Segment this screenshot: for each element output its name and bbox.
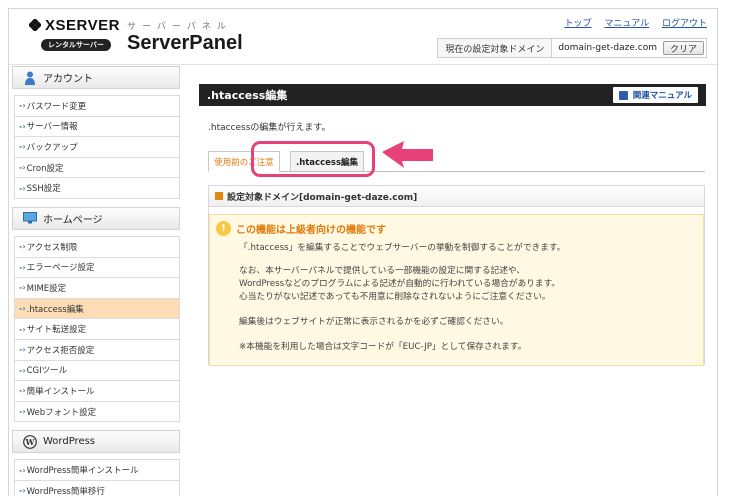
current-domain-value: domain-get-daze.com bbox=[558, 43, 657, 53]
arrow-icon: -› bbox=[19, 101, 26, 111]
logo-brand: XSERVER bbox=[45, 17, 120, 34]
sidebar-item-server-info[interactable]: -› サーバー情報 bbox=[15, 116, 179, 138]
panel-header: 設定対象ドメイン[domain-get-daze.com] bbox=[209, 186, 704, 207]
clear-domain-button[interactable]: クリア bbox=[662, 41, 704, 55]
sidebar-item-access-restriction[interactable]: -› アクセス制限 bbox=[15, 236, 179, 258]
notice-line: 「.htaccess」を編集することでウェブサーバーの挙動を制御することができま… bbox=[239, 243, 566, 253]
notice-line: ※本機能を利用した場合は文字コードが「EUC-JP」として保存されます。 bbox=[239, 342, 527, 352]
sidebar-item-wp-easy-migrate[interactable]: -› WordPress簡単移行 bbox=[15, 480, 179, 496]
arrow-icon: -› bbox=[19, 407, 26, 417]
svg-text:W: W bbox=[25, 437, 36, 447]
sidebar-section-title: ホームページ bbox=[43, 214, 103, 226]
book-icon bbox=[618, 90, 628, 100]
menu-label: サーバー情報 bbox=[26, 122, 78, 133]
top-links: トップ マニュアル ログアウト bbox=[554, 16, 707, 29]
sidebar-item-backup[interactable]: -› バックアップ bbox=[15, 137, 179, 158]
homepage-menu: -› アクセス制限 -› エラーページ設定 -› MIME設定 -› .htaccess… bbox=[14, 235, 180, 423]
arrow-icon: -› bbox=[19, 486, 26, 496]
arrow-icon: -› bbox=[19, 304, 26, 314]
menu-label: アクセス制限 bbox=[26, 242, 78, 253]
page-description: .htaccessの編集が行えます。 bbox=[208, 123, 331, 133]
settings-panel: 設定対象ドメイン[domain-get-daze.com] ! この機能は上級者… bbox=[208, 185, 705, 366]
wordpress-icon: W bbox=[23, 434, 37, 449]
pointer-arrow-icon bbox=[382, 141, 433, 168]
warning-icon: ! bbox=[216, 221, 231, 236]
menu-label: WordPress簡単移行 bbox=[26, 486, 105, 496]
wordpress-menu: -› WordPress簡単インストール -› WordPress簡単移行 bbox=[14, 459, 180, 496]
menu-label: .htaccess編集 bbox=[26, 304, 84, 315]
menu-label: バックアップ bbox=[26, 142, 78, 153]
arrow-icon: -› bbox=[19, 242, 26, 252]
menu-label: アクセス拒否設定 bbox=[26, 345, 95, 356]
notice-line: なお、本サーバーパネルで提供している一部機能の設定に関する記述や、 bbox=[239, 266, 525, 276]
arrow-icon: -› bbox=[19, 283, 26, 293]
sidebar-section-title: アカウント bbox=[43, 74, 93, 85]
sidebar: アカウント -› パスワード変更 -› サーバー情報 -› バックアップ -› Cron… bbox=[12, 65, 180, 496]
panel-title: 設定対象ドメイン[domain-get-daze.com] bbox=[227, 192, 418, 203]
sidebar-item-wp-easy-install[interactable]: -› WordPress簡単インストール bbox=[15, 460, 179, 481]
notice-line: WordPressなどのプログラムによる記述が自動的に行われている場合があります… bbox=[239, 279, 561, 289]
current-domain-box: 現在の設定対象ドメイン domain-get-daze.com クリア bbox=[437, 38, 707, 58]
sidebar-section-account: アカウント bbox=[12, 66, 180, 89]
sidebar-item-web-font[interactable]: -› Webフォント設定 bbox=[15, 401, 179, 423]
sidebar-item-htaccess[interactable]: -› .htaccess編集 bbox=[15, 298, 179, 320]
arrow-icon: -› bbox=[19, 324, 26, 334]
menu-label: Webフォント設定 bbox=[26, 407, 97, 418]
menu-label: CGIツール bbox=[26, 366, 68, 377]
monitor-icon bbox=[23, 211, 37, 225]
menu-label: Cron設定 bbox=[26, 163, 64, 174]
menu-label: MIME設定 bbox=[26, 283, 67, 294]
header: XSERVER レンタルサーバー サーバーパネル ServerPanel トップ… bbox=[9, 9, 717, 65]
logo-rental-badge: レンタルサーバー bbox=[41, 39, 111, 51]
sidebar-item-site-redirect[interactable]: -› サイト転送設定 bbox=[15, 319, 179, 340]
page-title-bar: .htaccess編集 関連マニュアル bbox=[199, 84, 706, 106]
sidebar-item-password[interactable]: -› パスワード変更 bbox=[15, 96, 179, 117]
bullet-icon bbox=[215, 192, 223, 200]
advanced-notice: ! この機能は上級者向けの機能です 「.htaccess」を編集することでウェブ… bbox=[209, 214, 704, 366]
notice-line: 編集後はウェブサイトが正常に表示されるかを必ずご確認ください。 bbox=[239, 317, 509, 327]
sidebar-item-cgi-tools[interactable]: -› CGIツール bbox=[15, 360, 179, 382]
arrow-icon: -› bbox=[19, 465, 26, 475]
notice-title-text: この機能は上級者向けの機能です bbox=[236, 225, 386, 236]
menu-label: エラーページ設定 bbox=[26, 263, 95, 274]
user-icon bbox=[23, 71, 37, 85]
notice-title: ! この機能は上級者向けの機能です bbox=[216, 221, 386, 236]
menu-label: SSH設定 bbox=[26, 184, 61, 195]
link-logout[interactable]: ログアウト bbox=[662, 19, 707, 29]
sidebar-item-mime[interactable]: -› MIME設定 bbox=[15, 278, 179, 299]
menu-label: パスワード変更 bbox=[26, 101, 87, 112]
link-manual[interactable]: マニュアル bbox=[604, 19, 649, 29]
arrow-icon: -› bbox=[19, 345, 26, 355]
arrow-icon: -› bbox=[19, 183, 26, 193]
server-panel-window: XSERVER レンタルサーバー サーバーパネル ServerPanel トップ… bbox=[8, 8, 718, 496]
sidebar-item-error-page[interactable]: -› エラーページ設定 bbox=[15, 257, 179, 279]
arrow-icon: -› bbox=[19, 386, 26, 396]
current-domain-label: 現在の設定対象ドメイン bbox=[438, 39, 553, 57]
page-title: .htaccess編集 bbox=[207, 89, 288, 102]
arrow-icon: -› bbox=[19, 121, 26, 131]
sidebar-item-easy-install[interactable]: -› 簡単インストール bbox=[15, 381, 179, 402]
arrow-icon: -› bbox=[19, 142, 26, 152]
account-menu: -› パスワード変更 -› サーバー情報 -› バックアップ -› Cron設定 -› S… bbox=[14, 95, 180, 199]
xserver-logo-icon bbox=[29, 19, 41, 31]
logo-subtitle: サーバーパネル bbox=[127, 22, 232, 32]
related-manual-label: 関連マニュアル bbox=[632, 91, 692, 101]
sidebar-section-wordpress: W WordPress bbox=[12, 430, 180, 454]
menu-label: 簡単インストール bbox=[26, 386, 95, 397]
sidebar-item-ssh[interactable]: -› SSH設定 bbox=[15, 178, 179, 199]
notice-line: 心当たりがない記述であっても不用意に削除なされないようにご注意ください。 bbox=[239, 292, 551, 302]
related-manual-button[interactable]: 関連マニュアル bbox=[612, 87, 698, 103]
link-top[interactable]: トップ bbox=[564, 19, 591, 29]
menu-label: WordPress簡単インストール bbox=[26, 466, 139, 477]
sidebar-item-cron[interactable]: -› Cron設定 bbox=[15, 157, 179, 179]
arrow-icon: -› bbox=[19, 365, 26, 375]
arrow-icon: -› bbox=[19, 262, 26, 272]
sidebar-item-access-deny[interactable]: -› アクセス拒否設定 bbox=[15, 339, 179, 361]
logo-product: ServerPanel bbox=[127, 32, 243, 54]
menu-label: サイト転送設定 bbox=[26, 325, 87, 336]
tab-highlight-outline bbox=[251, 141, 375, 177]
sidebar-section-title: WordPress bbox=[43, 436, 96, 448]
arrow-icon: -› bbox=[19, 163, 26, 173]
sidebar-section-homepage: ホームページ bbox=[12, 206, 180, 230]
